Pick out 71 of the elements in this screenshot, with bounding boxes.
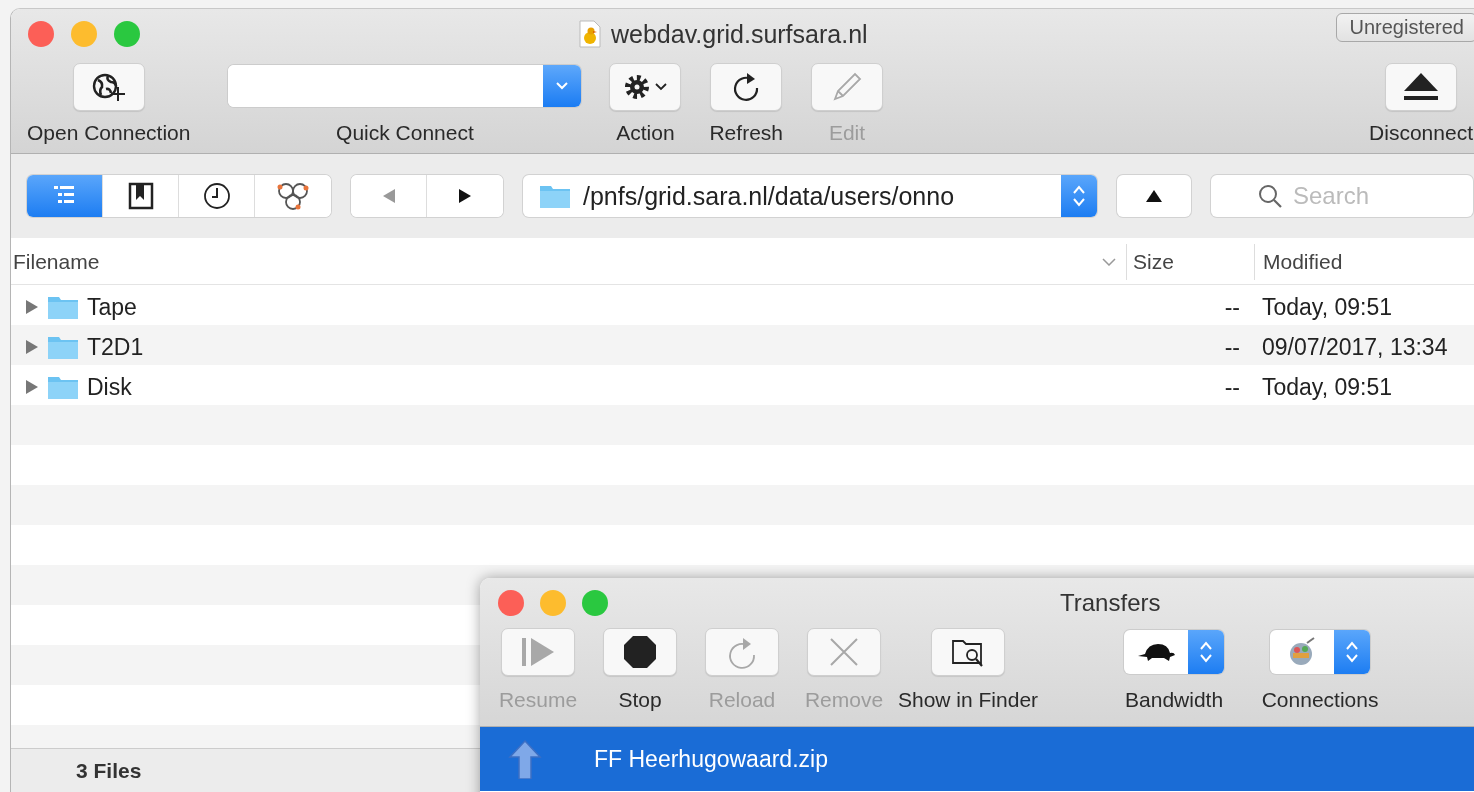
- toolbar-button[interactable]: [603, 628, 677, 676]
- toolbar-label: Remove: [804, 688, 884, 712]
- transfer-name: FF Heerhugowaard.zip: [594, 745, 828, 773]
- column-header[interactable]: Size: [1133, 250, 1174, 274]
- toolbar-label: Disconnect: [1369, 121, 1473, 145]
- toolbar-label: Connections: [1261, 688, 1379, 712]
- transfer-row[interactable]: FF Heerhugowaard.zip: [480, 727, 1474, 791]
- column-header[interactable]: Filename: [13, 250, 100, 274]
- toolbar-label: Resume: [498, 688, 578, 712]
- toolbar-button[interactable]: [931, 628, 1006, 676]
- parent-folder-button[interactable]: [1117, 175, 1191, 217]
- window-title: Transfers: [1060, 589, 1161, 617]
- caret-icon: [655, 83, 668, 91]
- up-down-arrows-icon: [1072, 184, 1086, 208]
- column-header[interactable]: Modified: [1263, 250, 1343, 274]
- disclosure-triangle-icon[interactable]: [25, 379, 39, 395]
- file-name: Disk: [87, 373, 132, 401]
- network-icon: [276, 181, 310, 211]
- disclosure-triangle-icon[interactable]: [25, 339, 39, 355]
- file-name: T2D1: [87, 333, 144, 361]
- up-down-arrows-icon: [1345, 640, 1360, 664]
- globe-icon: [90, 72, 127, 102]
- disclosure-triangle-icon[interactable]: [25, 299, 39, 315]
- folder-icon: [47, 334, 79, 360]
- sort-caret-icon: [1102, 258, 1116, 266]
- gear-icon: [623, 73, 652, 101]
- up-down-arrows-icon: [1199, 640, 1214, 664]
- toolbar-label: Action: [616, 121, 675, 145]
- file-size: --: [1224, 373, 1240, 400]
- disconnect-button[interactable]: [1385, 63, 1458, 111]
- toolbar-label: Edit: [828, 121, 866, 145]
- forward-icon: [457, 188, 473, 204]
- search-icon: [1257, 183, 1283, 209]
- toolbar-button[interactable]: [72, 63, 145, 111]
- file-modified: 09/07/2017, 13:34: [1262, 333, 1448, 360]
- bookmark-icon: [127, 182, 154, 210]
- folder-icon: [47, 294, 79, 320]
- search-field[interactable]: Search: [1211, 175, 1473, 217]
- toolbar-label: Show in Finder: [898, 688, 1039, 712]
- file-modified: Today, 09:51: [1262, 373, 1392, 400]
- file-name: Tape: [87, 293, 137, 321]
- up-icon: [1145, 189, 1163, 203]
- clock-icon: [201, 181, 232, 211]
- stop-icon: [622, 634, 658, 670]
- toolbar-label: Reload: [708, 688, 776, 712]
- window-title: webdav.grid.surfsara.nl: [611, 19, 868, 49]
- toolbar-label: Quick Connect: [336, 121, 474, 145]
- folder-icon: [539, 183, 571, 209]
- path-text: /pnfs/grid.sara.nl/data/users/onno: [583, 181, 956, 211]
- folder-icon: [47, 374, 79, 400]
- file-modified: Today, 09:51: [1262, 293, 1392, 320]
- chevron-down-icon: [555, 81, 570, 91]
- x-icon: [828, 636, 860, 668]
- file-size: --: [1224, 333, 1240, 360]
- upload-arrow-icon: [508, 739, 542, 779]
- unregistered-badge: Unregistered: [1336, 13, 1474, 42]
- toolbar-label: Open Connection: [27, 121, 191, 145]
- close-button[interactable]: [498, 590, 524, 616]
- status-text: 3 Files: [76, 759, 142, 783]
- path-selector[interactable]: /pnfs/grid.sara.nl/data/users/onno: [523, 175, 1097, 217]
- toolbar-label: Refresh: [709, 121, 783, 145]
- eject-icon: [1402, 71, 1441, 103]
- document-icon: [579, 20, 601, 48]
- toolbar-button[interactable]: [710, 63, 783, 111]
- close-button[interactable]: [28, 21, 54, 47]
- action-menu-button[interactable]: [609, 63, 682, 111]
- pencil-icon: [830, 70, 864, 104]
- toolbar-label: Stop: [618, 688, 662, 712]
- toolbar-popup-button[interactable]: [1124, 630, 1225, 674]
- file-size: --: [1224, 293, 1240, 320]
- toolbar-label: Bandwidth: [1125, 688, 1224, 712]
